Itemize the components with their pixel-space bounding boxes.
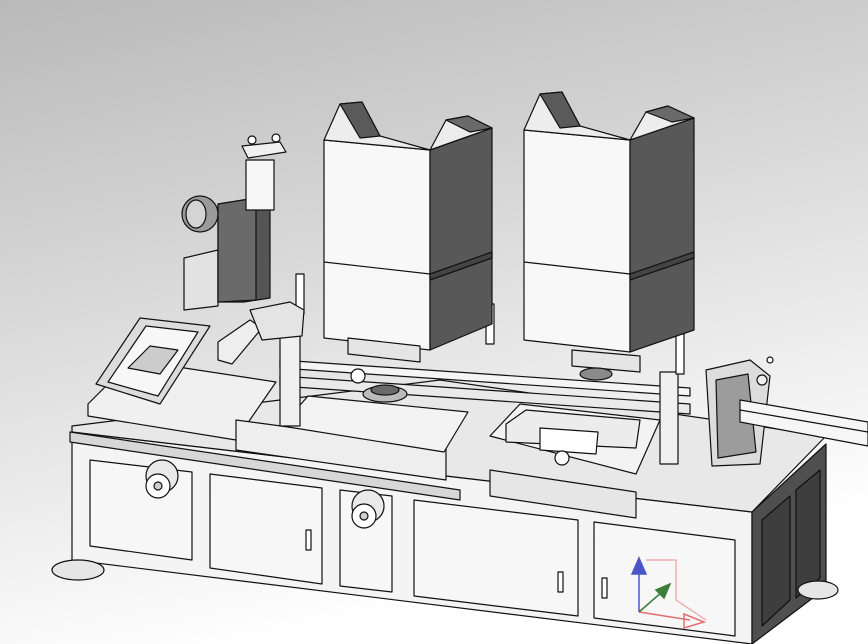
machine-drawing bbox=[0, 0, 868, 644]
press-head-right bbox=[523, 91, 695, 381]
cad-viewport[interactable] bbox=[0, 0, 868, 644]
